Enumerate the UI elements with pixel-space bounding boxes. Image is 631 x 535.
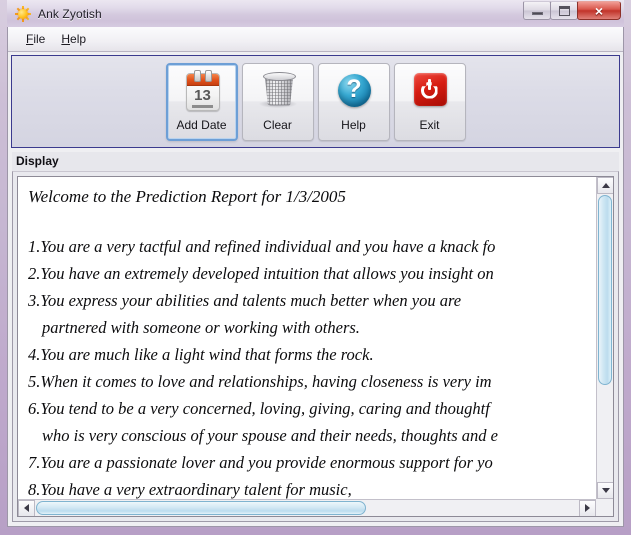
report-line: 7.You are a passionate lover and you pro… xyxy=(28,453,493,472)
minimize-icon xyxy=(531,12,543,15)
help-button[interactable]: ? Help xyxy=(317,62,390,141)
clear-button[interactable]: Clear xyxy=(241,62,314,141)
report-text-content[interactable]: Welcome to the Prediction Report for 1/3… xyxy=(18,177,596,499)
scroll-left-icon xyxy=(24,504,29,512)
report-line: partnered with someone or working with o… xyxy=(42,318,360,337)
calendar-day-number: 13 xyxy=(194,86,211,104)
report-text-area[interactable]: Welcome to the Prediction Report for 1/3… xyxy=(17,176,614,517)
report-line: 3.You express your abilities and talents… xyxy=(28,291,462,310)
scroll-up-button[interactable] xyxy=(597,177,613,194)
menu-help-rest: elp xyxy=(70,32,87,46)
power-button-icon xyxy=(407,70,453,114)
question-mark-icon: ? xyxy=(331,70,377,114)
exit-button[interactable]: Exit xyxy=(393,62,466,141)
report-heading: Welcome to the Prediction Report for 1/3… xyxy=(28,187,346,206)
toolbar: 13 Add Date Clear ? Help Exit xyxy=(11,55,620,148)
clear-label: Clear xyxy=(263,117,292,132)
display-group: Display Welcome to the Prediction Report… xyxy=(12,152,619,522)
application-window: Ank Zyotish × File Help 13 Add Date Clea… xyxy=(0,0,631,535)
help-label: Help xyxy=(341,117,366,132)
scroll-right-icon xyxy=(585,504,590,512)
horizontal-scrollbar[interactable] xyxy=(18,499,596,516)
scroll-down-button[interactable] xyxy=(597,482,613,499)
close-button[interactable]: × xyxy=(577,1,621,20)
display-group-body: Welcome to the Prediction Report for 1/3… xyxy=(12,171,619,522)
scrollbar-corner xyxy=(596,499,613,516)
report-line: 4.You are much like a light wind that fo… xyxy=(28,345,374,364)
scroll-up-icon xyxy=(601,183,610,188)
trash-can-icon xyxy=(255,70,301,114)
menu-item-help[interactable]: Help xyxy=(53,30,94,48)
horizontal-scroll-thumb[interactable] xyxy=(36,501,366,515)
report-line: 5.When it comes to love and relationship… xyxy=(28,372,492,391)
window-controls: × xyxy=(523,1,621,20)
maximize-icon xyxy=(558,5,570,16)
vertical-scroll-thumb[interactable] xyxy=(598,195,612,385)
title-bar[interactable]: Ank Zyotish × xyxy=(7,0,624,27)
display-group-label: Display xyxy=(12,152,619,171)
help-glyph: ? xyxy=(346,74,362,103)
exit-label: Exit xyxy=(419,117,440,132)
client-area: File Help 13 Add Date Clear ? Help Exit … xyxy=(7,27,624,527)
vertical-scrollbar[interactable] xyxy=(596,177,613,499)
menu-help-mnemonic: H xyxy=(61,32,71,46)
minimize-button[interactable] xyxy=(523,1,551,20)
maximize-button[interactable] xyxy=(550,1,578,20)
scroll-left-button[interactable] xyxy=(18,499,35,516)
report-line: 1.You are a very tactful and refined ind… xyxy=(28,237,496,256)
window-title: Ank Zyotish xyxy=(38,6,102,21)
report-line: 6.You tend to be a very concerned, lovin… xyxy=(28,399,490,418)
add-date-button[interactable]: 13 Add Date xyxy=(165,62,238,141)
menu-file-rest: ile xyxy=(33,32,46,46)
sun-icon xyxy=(15,5,31,22)
report-line: who is very conscious of your spouse and… xyxy=(42,426,498,445)
report-line: 8.You have a very extraordinary talent f… xyxy=(28,480,352,499)
add-date-label: Add Date xyxy=(176,117,227,132)
scroll-down-icon xyxy=(601,488,610,493)
scroll-right-button[interactable] xyxy=(579,499,596,516)
menu-bar: File Help xyxy=(8,27,623,52)
menu-item-file[interactable]: File xyxy=(18,30,53,48)
report-line: 2.You have an extremely developed intuit… xyxy=(28,264,494,283)
close-icon: × xyxy=(594,2,604,19)
calendar-icon: 13 xyxy=(179,69,225,114)
